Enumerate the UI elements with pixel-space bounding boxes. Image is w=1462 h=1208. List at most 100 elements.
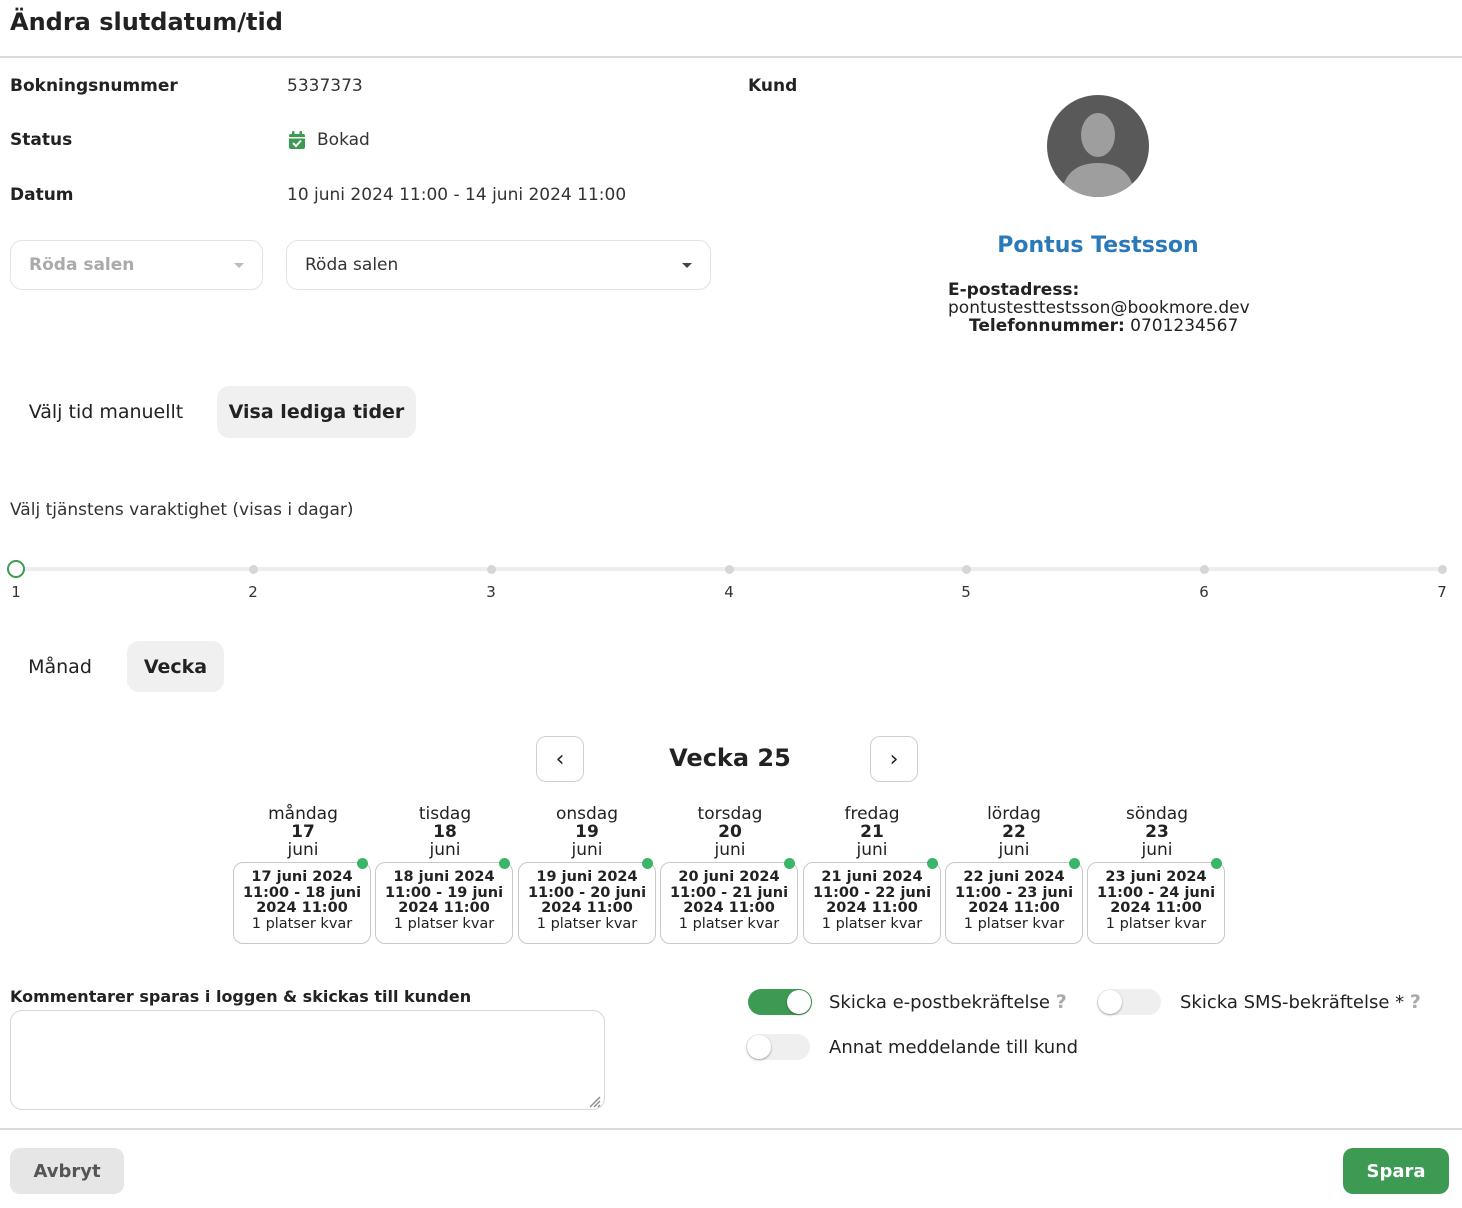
- time-slot-monday[interactable]: 17 juni 2024 11:00 - 18 juni 2024 11:00 …: [233, 858, 371, 944]
- slider-step-dot[interactable]: [249, 565, 258, 574]
- slider-step-dot[interactable]: [725, 565, 734, 574]
- slot-date: 19 juni 2024: [536, 869, 638, 885]
- avatar: [1047, 95, 1149, 197]
- slider-step-dot[interactable]: [1438, 565, 1447, 574]
- slider-tick-label: 5: [961, 583, 971, 601]
- day-header-tuesday: tisdag 18 juni: [374, 805, 516, 859]
- slider-step-dot[interactable]: [962, 565, 971, 574]
- day-number: 17: [291, 822, 315, 842]
- day-header-friday: fredag 21 juni: [801, 805, 943, 859]
- slider-step-dot[interactable]: [1200, 565, 1209, 574]
- time-slot-saturday[interactable]: 22 juni 2024 11:00 - 23 juni 2024 11:00 …: [945, 858, 1083, 944]
- slot-availability: 1 platser kvar: [251, 915, 353, 932]
- slot-date: 21 juni 2024: [821, 869, 923, 885]
- email-confirmation-toggle[interactable]: [748, 989, 812, 1015]
- day-month: juni: [287, 840, 319, 860]
- day-header-thursday: torsdag 20 juni: [659, 805, 801, 859]
- slot-end: 2024 11:00: [683, 900, 775, 916]
- day-number: 18: [433, 822, 457, 842]
- available-indicator: [784, 858, 795, 869]
- slot-availability: 1 platser kvar: [821, 915, 923, 932]
- chevron-down-icon: [234, 262, 244, 268]
- day-weekday: lördag: [987, 804, 1041, 824]
- resource-select-value: Röda salen: [305, 255, 399, 275]
- header-divider: [0, 56, 1462, 58]
- resize-handle-icon[interactable]: [587, 1093, 601, 1112]
- duration-label: Välj tjänstens varaktighet (visas i daga…: [10, 500, 354, 520]
- slot-end: 2024 11:00: [256, 900, 348, 916]
- time-slot-friday[interactable]: 21 juni 2024 11:00 - 22 juni 2024 11:00 …: [803, 858, 941, 944]
- slider-tick-label: 3: [486, 583, 496, 601]
- phone-value: 0701234567: [1130, 316, 1239, 336]
- other-message-toggle[interactable]: [746, 1034, 810, 1060]
- slot-range: 11:00 - 19 juni: [384, 884, 504, 901]
- customer-name-link[interactable]: Pontus Testsson: [948, 233, 1248, 258]
- help-icon[interactable]: ?: [1410, 991, 1421, 1013]
- dialog-title: Ändra slutdatum/tid: [10, 8, 283, 36]
- day-weekday: fredag: [844, 804, 900, 824]
- day-header-saturday: lördag 22 juni: [943, 805, 1085, 859]
- next-week-button[interactable]: ›: [870, 736, 918, 782]
- slot-availability: 1 platser kvar: [963, 915, 1065, 932]
- time-slot-thursday[interactable]: 20 juni 2024 11:00 - 21 juni 2024 11:00 …: [660, 858, 798, 944]
- prev-week-button[interactable]: ‹: [536, 736, 584, 782]
- tab-manual-time[interactable]: Välj tid manuellt: [10, 386, 202, 438]
- day-month: juni: [714, 840, 746, 860]
- sms-confirmation-label: Skicka SMS-bekräftelse * ?: [1180, 991, 1421, 1013]
- day-number: 22: [1002, 822, 1026, 842]
- slider-tick-label: 2: [248, 583, 258, 601]
- slot-date: 17 juni 2024: [251, 869, 353, 885]
- person-silhouette-icon: [1061, 113, 1135, 197]
- duration-slider-handle[interactable]: [7, 560, 25, 578]
- tab-month[interactable]: Månad: [10, 641, 110, 692]
- slider-tick-label: 1: [11, 583, 21, 601]
- resource-select[interactable]: Röda salen: [286, 240, 711, 290]
- time-slot-tuesday[interactable]: 18 juni 2024 11:00 - 19 juni 2024 11:00 …: [375, 858, 513, 944]
- time-slot-sunday[interactable]: 23 juni 2024 11:00 - 24 juni 2024 11:00 …: [1087, 858, 1225, 944]
- available-indicator: [1069, 858, 1080, 869]
- slot-end: 2024 11:00: [398, 900, 490, 916]
- day-number: 23: [1145, 822, 1169, 842]
- resource-select-disabled: Röda salen: [10, 240, 263, 290]
- comment-textarea[interactable]: [10, 1010, 605, 1110]
- day-weekday: torsdag: [697, 804, 763, 824]
- chevron-left-icon: ‹: [555, 746, 565, 772]
- slot-range: 11:00 - 23 juni: [954, 884, 1074, 901]
- slot-availability: 1 platser kvar: [1105, 915, 1207, 932]
- slider-tick-label: 6: [1199, 583, 1209, 601]
- other-message-label: Annat meddelande till kund: [829, 1037, 1079, 1058]
- footer-divider: [0, 1128, 1462, 1130]
- time-slot-wednesday[interactable]: 19 juni 2024 11:00 - 20 juni 2024 11:00 …: [518, 858, 656, 944]
- day-month: juni: [998, 840, 1030, 860]
- slot-range: 11:00 - 20 juni: [527, 884, 647, 901]
- day-month: juni: [429, 840, 461, 860]
- help-icon[interactable]: ?: [1056, 991, 1067, 1013]
- tab-week[interactable]: Vecka: [127, 641, 224, 692]
- slot-range: 11:00 - 24 juni: [1096, 884, 1216, 901]
- slot-date: 20 juni 2024: [678, 869, 780, 885]
- available-indicator: [499, 858, 510, 869]
- calendar-check-icon: [288, 131, 306, 154]
- slot-end: 2024 11:00: [1110, 900, 1202, 916]
- email-value[interactable]: pontustesttestsson@bookmore.dev: [948, 299, 1250, 317]
- day-weekday: tisdag: [418, 804, 472, 824]
- email-label: E-postadress:: [948, 280, 1080, 300]
- slot-range: 11:00 - 18 juni: [242, 884, 362, 901]
- save-button[interactable]: Spara: [1343, 1148, 1449, 1194]
- customer-label: Kund: [748, 76, 798, 96]
- date-value: 10 juni 2024 11:00 - 14 juni 2024 11:00: [287, 185, 627, 205]
- cancel-button[interactable]: Avbryt: [10, 1148, 124, 1194]
- slot-end: 2024 11:00: [968, 900, 1060, 916]
- day-number: 20: [718, 822, 742, 842]
- sms-confirmation-toggle[interactable]: [1097, 989, 1161, 1015]
- comment-label: Kommentarer sparas i loggen & skickas ti…: [10, 987, 472, 1006]
- tab-available-times[interactable]: Visa lediga tider: [217, 386, 416, 438]
- chevron-right-icon: ›: [889, 746, 899, 772]
- slider-tick-label: 7: [1437, 583, 1447, 601]
- day-number: 21: [860, 822, 884, 842]
- slot-range: 11:00 - 22 juni: [812, 884, 932, 901]
- slider-step-dot[interactable]: [487, 565, 496, 574]
- day-month: juni: [571, 840, 603, 860]
- slot-availability: 1 platser kvar: [393, 915, 495, 932]
- slot-date: 23 juni 2024: [1105, 869, 1207, 885]
